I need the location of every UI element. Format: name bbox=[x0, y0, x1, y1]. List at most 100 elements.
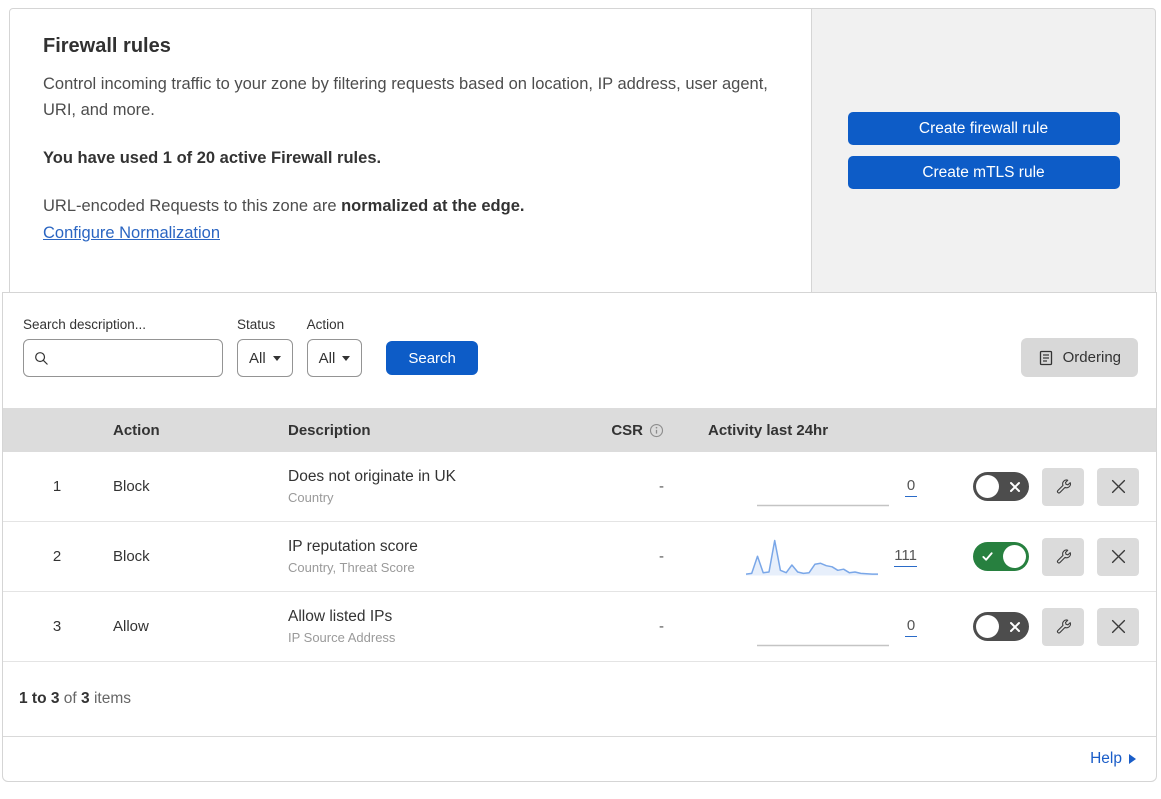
rule-action: Allow bbox=[113, 618, 149, 635]
rule-activity-cell: 0 bbox=[678, 607, 933, 647]
activity-count-link[interactable]: 111 bbox=[894, 547, 917, 567]
x-icon bbox=[1009, 612, 1021, 641]
activity-count-link[interactable]: 0 bbox=[905, 477, 917, 497]
create-firewall-rule-button[interactable]: Create firewall rule bbox=[847, 112, 1120, 145]
configure-normalization-link[interactable]: Configure Normalization bbox=[43, 224, 220, 243]
edit-rule-button[interactable] bbox=[1042, 467, 1084, 506]
csr-column-header: CSR bbox=[583, 422, 678, 439]
status-filter-label: Status bbox=[237, 317, 276, 332]
delete-rule-button[interactable] bbox=[1097, 537, 1139, 576]
ordering-list-icon bbox=[1039, 350, 1052, 365]
rule-activity-cell: 111 bbox=[678, 537, 933, 577]
status-filter-dropdown[interactable]: All bbox=[237, 339, 293, 377]
firewall-intro-card: Firewall rules Control incoming traffic … bbox=[9, 8, 812, 293]
rule-description: Does not originate in UK bbox=[288, 468, 457, 485]
action-filter-group: Action All bbox=[306, 317, 363, 377]
rule-priority: 1 bbox=[52, 478, 62, 495]
check-icon bbox=[981, 542, 994, 571]
search-icon bbox=[35, 351, 48, 365]
page-description: Control incoming traffic to your zone by… bbox=[43, 75, 768, 119]
table-row: 3 Allow Allow listed IPs IP Source Addre… bbox=[3, 592, 1156, 662]
search-input[interactable] bbox=[57, 350, 212, 366]
toggle-knob bbox=[976, 475, 999, 498]
rule-action: Block bbox=[113, 548, 150, 565]
table-row: 1 Block Does not originate in UK Country… bbox=[3, 452, 1156, 522]
rule-priority: 3 bbox=[52, 618, 62, 635]
help-link-label: Help bbox=[1090, 750, 1122, 767]
pagination-of: of bbox=[59, 690, 82, 707]
ordering-button[interactable]: Ordering bbox=[1020, 338, 1138, 377]
rule-csr: - bbox=[659, 618, 664, 635]
pagination-range: 1 to 3 bbox=[19, 690, 60, 707]
search-input-wrapper bbox=[23, 339, 223, 377]
delete-rule-button[interactable] bbox=[1097, 467, 1139, 506]
chevron-down-icon bbox=[272, 355, 281, 361]
description-column-header: Description bbox=[288, 421, 371, 439]
status-filter-group: Status All bbox=[237, 317, 293, 377]
wrench-icon bbox=[1056, 549, 1071, 564]
rule-description: IP reputation score bbox=[288, 538, 418, 555]
help-link[interactable]: Help bbox=[1090, 750, 1136, 768]
rule-controls-cell bbox=[933, 607, 1156, 646]
rule-description-cell: IP reputation score Country, Threat Scor… bbox=[284, 538, 583, 575]
action-column-header: Action bbox=[113, 421, 160, 439]
rule-description-cell: Allow listed IPs IP Source Address bbox=[284, 608, 583, 645]
edit-rule-button[interactable] bbox=[1042, 607, 1084, 646]
rule-enabled-toggle[interactable] bbox=[973, 542, 1029, 571]
action-filter-dropdown[interactable]: All bbox=[306, 339, 363, 377]
pagination-total: 3 bbox=[81, 690, 90, 707]
top-section: Firewall rules Control incoming traffic … bbox=[9, 8, 1156, 293]
activity-count-link[interactable]: 0 bbox=[905, 617, 917, 637]
edit-rule-button[interactable] bbox=[1042, 537, 1084, 576]
close-icon bbox=[1111, 549, 1125, 564]
rules-list-card: Search description... Status All Action … bbox=[2, 292, 1157, 782]
rule-match-fields: IP Source Address bbox=[288, 630, 396, 645]
actions-panel: Create firewall rule Create mTLS rule bbox=[812, 8, 1156, 293]
search-field-label: Search description... bbox=[23, 317, 147, 332]
rule-match-fields: Country bbox=[288, 490, 334, 505]
rule-action: Block bbox=[113, 478, 150, 495]
rule-description-cell: Does not originate in UK Country bbox=[284, 468, 583, 505]
rule-description: Allow listed IPs bbox=[288, 608, 393, 625]
rule-match-fields: Country, Threat Score bbox=[288, 560, 415, 575]
ordering-button-label: Ordering bbox=[1062, 349, 1121, 366]
action-filter-label: Action bbox=[306, 317, 345, 332]
wrench-icon bbox=[1056, 479, 1071, 494]
rule-controls-cell bbox=[933, 537, 1156, 576]
help-bar: Help bbox=[3, 736, 1156, 781]
info-icon[interactable] bbox=[649, 423, 664, 438]
close-icon bbox=[1111, 479, 1125, 494]
arrow-right-icon bbox=[1129, 754, 1136, 764]
normalization-note: URL-encoded Requests to this zone are no… bbox=[43, 194, 777, 219]
wrench-icon bbox=[1056, 619, 1071, 634]
rule-controls-cell bbox=[933, 467, 1156, 506]
pagination-summary: 1 to 3 of 3 items bbox=[3, 662, 1156, 736]
table-header-row: Action Description CSR Activity last 24h… bbox=[3, 408, 1156, 452]
search-button[interactable]: Search bbox=[386, 341, 478, 375]
activity-sparkline bbox=[757, 467, 889, 507]
rule-priority: 2 bbox=[52, 548, 62, 565]
filter-bar: Search description... Status All Action … bbox=[3, 293, 1156, 408]
chevron-down-icon bbox=[342, 355, 351, 361]
rule-enabled-toggle[interactable] bbox=[973, 612, 1029, 641]
page-title: Firewall rules bbox=[43, 35, 171, 57]
create-mtls-rule-button[interactable]: Create mTLS rule bbox=[847, 156, 1120, 189]
normalization-note-prefix: URL-encoded Requests to this zone are bbox=[43, 197, 342, 216]
rule-csr: - bbox=[659, 478, 664, 495]
activity-sparkline bbox=[757, 607, 889, 647]
close-icon bbox=[1111, 619, 1125, 634]
rules-usage-note: You have used 1 of 20 active Firewall ru… bbox=[43, 149, 382, 168]
table-row: 2 Block IP reputation score Country, Thr… bbox=[3, 522, 1156, 592]
activity-sparkline bbox=[746, 537, 879, 577]
status-filter-value: All bbox=[249, 349, 266, 367]
csr-column-label: CSR bbox=[611, 421, 643, 439]
rule-activity-cell: 0 bbox=[678, 467, 933, 507]
activity-column-header: Activity last 24hr bbox=[708, 421, 829, 439]
rule-enabled-toggle[interactable] bbox=[973, 472, 1029, 501]
search-field-group: Search description... bbox=[23, 317, 223, 377]
delete-rule-button[interactable] bbox=[1097, 607, 1139, 646]
action-filter-value: All bbox=[318, 349, 336, 367]
x-icon bbox=[1009, 472, 1021, 501]
pagination-items: items bbox=[89, 690, 131, 707]
toggle-knob bbox=[1003, 545, 1026, 568]
